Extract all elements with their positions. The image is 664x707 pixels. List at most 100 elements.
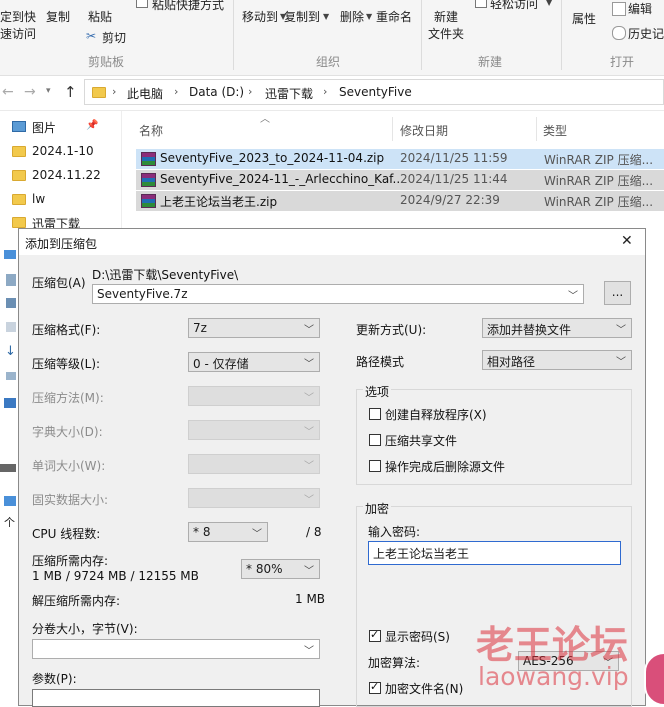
watermark-avatar (644, 652, 664, 706)
chevron-down-icon: ﹀ (616, 357, 626, 368)
archive-name-combo[interactable]: SeventyFive.7z ﹀ (92, 284, 584, 304)
method-select[interactable]: ﹀ (188, 386, 320, 406)
pin-to-quick-access-label: 速访问 (0, 27, 37, 41)
cpu-threads-select[interactable]: * 8 ﹀ (188, 522, 268, 542)
password-input[interactable]: 上老王论坛当老王 (368, 541, 621, 565)
up-arrow-icon[interactable]: ↑ (64, 83, 77, 101)
update-mode-label: 更新方式(U): (356, 323, 427, 337)
level-select[interactable]: 0 - 仅存储 ﹀ (188, 352, 320, 372)
address-bar[interactable]: › 此电脑 › Data (D:) › 迅雷下载 › SeventyFive (84, 79, 664, 105)
browse-button[interactable]: ... (604, 281, 631, 305)
chevron-down-icon: ▼ (323, 12, 330, 21)
chevron-down-icon: ﹀ (304, 566, 314, 577)
breadcrumb-seventyfive[interactable]: SeventyFive (339, 85, 412, 99)
easy-access-button[interactable]: 轻松访问 (490, 0, 538, 12)
copy-button[interactable]: 复制 (46, 8, 70, 25)
move-to-button[interactable]: 移动到 (242, 8, 278, 25)
dictionary-size-select[interactable]: ﹀ (188, 420, 320, 440)
encrypt-filenames-checkbox[interactable] (369, 680, 381, 694)
nav-item-lw[interactable]: lw (32, 192, 45, 206)
folder-icon (12, 217, 26, 228)
parameters-input[interactable] (32, 689, 320, 707)
solid-block-select[interactable]: ﹀ (188, 488, 320, 508)
column-header-type[interactable]: 类型 (543, 122, 567, 139)
delete-button[interactable]: 删除 (340, 8, 364, 25)
new-folder-button[interactable]: 新建 (434, 8, 458, 25)
clipboard-group-label: 剪贴板 (88, 55, 125, 69)
nav-item-2024-1-10[interactable]: 2024.1-10 (32, 144, 94, 158)
file-row[interactable]: SeventyFive_2024-11_-_Arlecchino_Kaf... … (136, 170, 664, 190)
properties-button[interactable]: 属性 (572, 10, 596, 27)
breadcrumb-xunlei[interactable]: 迅雷下载 (265, 85, 313, 102)
shared-files-label: 压缩共享文件 (385, 434, 458, 448)
dialog-title: 添加到压缩包 (25, 237, 98, 251)
ribbon-divider (421, 0, 422, 70)
memory-compress-label: 压缩所需内存: (32, 554, 109, 568)
breadcrumb-this-pc[interactable]: 此电脑 (127, 85, 163, 102)
chevron-right-icon: › (323, 85, 328, 98)
delete-after-checkbox[interactable] (369, 460, 381, 472)
new-group-label: 新建 (478, 55, 503, 69)
dialog-titlebar: 添加到压缩包 ✕ (19, 229, 645, 255)
rename-button[interactable]: 重命名 (376, 8, 412, 25)
column-header-date[interactable]: 修改日期 (400, 122, 448, 139)
memory-percent-select[interactable]: * 80% ﹀ (241, 559, 320, 579)
folder-icon (92, 87, 106, 98)
chevron-right-icon: › (174, 85, 179, 98)
ribbon-divider (561, 0, 562, 70)
file-row[interactable]: 上老王论坛当老王.zip 2024/9/27 22:39 WinRAR ZIP … (136, 191, 664, 211)
path-mode-value: 相对路径 (487, 355, 536, 369)
word-size-select[interactable]: ﹀ (188, 454, 320, 474)
file-type: WinRAR ZIP 压缩... (544, 153, 654, 167)
history-button[interactable]: 历史记 (628, 25, 664, 42)
chevron-right-icon: › (112, 85, 117, 98)
nav-item-2024-11-22[interactable]: 2024.11.22 (32, 168, 101, 182)
chevron-down-icon: ﹀ (568, 291, 578, 302)
show-password-checkbox[interactable] (369, 628, 381, 642)
winrar-zip-icon (141, 173, 156, 187)
volume-size-select[interactable]: ﹀ (32, 639, 320, 659)
memory-decompress-value: 1 MB (295, 592, 326, 606)
recent-locations-icon[interactable]: ▾ (46, 86, 51, 96)
column-header-name[interactable]: 名称 (139, 122, 163, 139)
forward-arrow-icon[interactable]: → (24, 84, 36, 100)
easy-access-icon (475, 0, 487, 8)
pin-to-quick-access-button[interactable]: 定到快 (0, 8, 36, 25)
status-item-count: 个 (4, 516, 15, 529)
volume-size-label: 分卷大小，字节(V): (32, 622, 138, 636)
drive-icon (0, 464, 16, 472)
format-value: 7z (193, 321, 207, 335)
update-mode-select[interactable]: 添加并替换文件 ﹀ (482, 318, 632, 338)
word-size-label: 单词大小(W): (32, 459, 106, 473)
nav-item-pictures[interactable]: 图片 (32, 119, 56, 136)
password-label: 输入密码: (368, 525, 421, 539)
cpu-threads-value: * 8 (193, 525, 211, 539)
sfx-checkbox[interactable] (369, 408, 381, 420)
close-icon[interactable]: ✕ (621, 233, 633, 249)
breadcrumb-data-drive[interactable]: Data (D:) (189, 85, 244, 99)
file-name: 上老王论坛当老王.zip (160, 195, 278, 209)
path-mode-select[interactable]: 相对路径 ﹀ (482, 350, 632, 370)
file-row[interactable]: SeventyFive_2023_to_2024-11-04.zip 2024/… (136, 149, 664, 169)
documents-icon (6, 274, 16, 286)
cut-button[interactable]: 剪切 (102, 29, 126, 46)
archive-label: 压缩包(A) (32, 276, 86, 290)
file-date: 2024/11/25 11:44 (400, 172, 508, 186)
memory-percent-value: * 80% (246, 562, 283, 576)
pin-icon: 📌 (86, 120, 99, 131)
copy-to-button[interactable]: 复制到 (284, 8, 320, 25)
encryption-group-title: 加密 (363, 500, 392, 517)
path-mode-label: 路径模式 (356, 355, 405, 369)
paste-button[interactable]: 粘贴 (88, 8, 112, 25)
format-select[interactable]: 7z ﹀ (188, 318, 320, 338)
memory-decompress-label: 解压缩所需内存: (32, 594, 121, 608)
paste-shortcut-button[interactable]: 粘贴快捷方式 (152, 0, 224, 13)
edit-button[interactable]: 编辑 (628, 0, 652, 17)
back-arrow-icon[interactable]: ← (2, 84, 14, 100)
file-date: 2024/11/25 11:59 (400, 151, 508, 165)
edit-icon (612, 2, 626, 16)
cpu-threads-label: CPU 线程数: (32, 527, 101, 541)
shared-files-checkbox[interactable] (369, 434, 381, 446)
file-name: SeventyFive_2024-11_-_Arlecchino_Kaf... (160, 172, 404, 186)
cpu-threads-max: / 8 (306, 525, 322, 539)
